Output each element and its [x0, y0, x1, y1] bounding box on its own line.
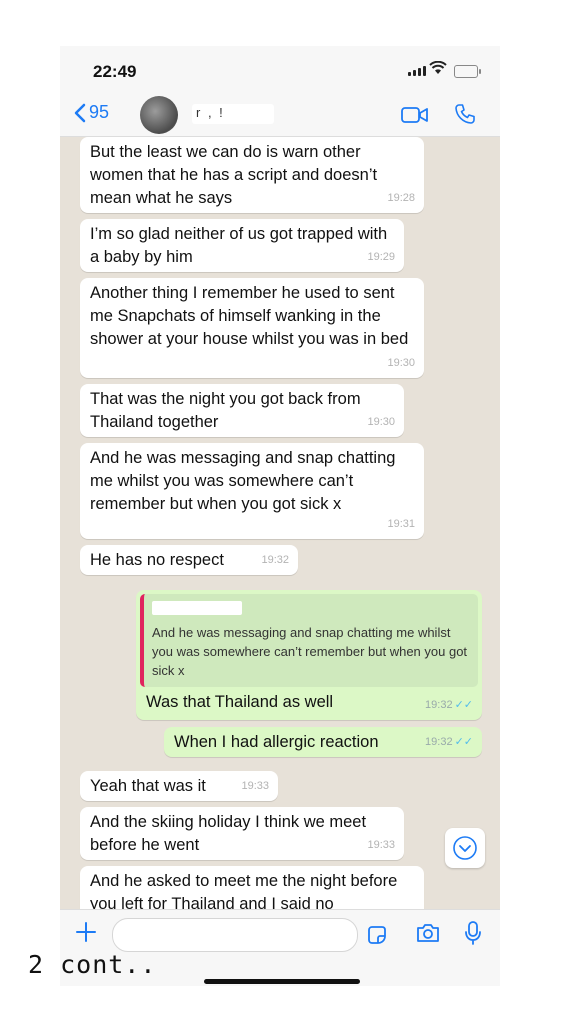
message-time-status: 19:32 ✓✓ — [425, 694, 473, 717]
message-bubble[interactable]: He has no respect 19:32 — [80, 545, 298, 575]
message-list[interactable]: But the least we can do is warn other wo… — [60, 137, 500, 909]
chevron-left-icon — [74, 103, 86, 122]
message-text: But the least we can do is warn other wo… — [90, 143, 378, 207]
microphone-icon[interactable] — [464, 920, 482, 946]
chevron-down-icon — [453, 836, 477, 860]
scroll-to-bottom-button[interactable] — [445, 828, 485, 868]
status-time: 22:49 — [93, 62, 137, 81]
cellular-signal-icon — [408, 66, 426, 76]
video-call-icon[interactable] — [401, 106, 429, 124]
contact-avatar[interactable] — [140, 96, 178, 134]
message-bubble[interactable]: And he asked to meet me the night before… — [80, 866, 424, 909]
quoted-author-redaction — [152, 601, 242, 615]
plus-icon[interactable] — [74, 920, 98, 944]
phone-call-icon[interactable] — [454, 103, 476, 125]
message-bubble[interactable]: When I had allergic reaction 19:32 ✓✓ — [164, 727, 482, 757]
message-time-status: 19:32 ✓✓ — [425, 731, 473, 754]
message-text: And he was messaging and snap chatting m… — [90, 449, 396, 513]
overlay-caption: 2 cont.. — [28, 950, 157, 979]
battery-icon — [454, 65, 481, 78]
message-text: And he asked to meet me the night before… — [90, 872, 398, 909]
message-time: 19:33 — [367, 839, 395, 851]
chat-header: 95 r , ! — [60, 92, 500, 137]
message-time: 19:31 — [387, 518, 415, 530]
unread-count: 95 — [89, 102, 110, 122]
message-text: And the skiing holiday I think we meet b… — [90, 813, 367, 854]
message-time: 19:32 — [261, 554, 289, 566]
quoted-text: And he was messaging and snap chatting m… — [152, 625, 468, 678]
read-receipt-icon: ✓✓ — [454, 736, 473, 748]
quoted-message[interactable]: And he was messaging and snap chatting m… — [140, 594, 478, 687]
message-text: Was that Thailand as well — [146, 693, 334, 711]
contact-name[interactable]: r , ! — [196, 105, 225, 120]
message-time: 19:30 — [367, 416, 395, 428]
camera-icon[interactable] — [415, 922, 441, 944]
wifi-icon — [429, 61, 447, 74]
message-bubble[interactable]: Another thing I remember he used to sent… — [80, 278, 424, 378]
message-bubble[interactable]: Yeah that was it 19:33 — [80, 771, 278, 801]
message-time: 19:29 — [367, 251, 395, 263]
message-text: I’m so glad neither of us got trapped wi… — [90, 225, 388, 266]
message-time: 19:32 — [425, 699, 453, 711]
message-bubble[interactable]: And the skiing holiday I think we meet b… — [80, 807, 404, 860]
message-bubble[interactable]: And he was messaging and snap chatting m… — [80, 443, 424, 539]
status-bar: 22:49 — [60, 46, 500, 92]
message-bubble[interactable]: That was the night you got back from Tha… — [80, 384, 404, 437]
message-text: That was the night you got back from Tha… — [90, 390, 361, 431]
message-time: 19:32 — [425, 736, 453, 748]
home-indicator[interactable] — [204, 979, 360, 984]
phone-screen: 22:49 95 r , ! But the least we can do i… — [60, 46, 500, 986]
message-text: Another thing I remember he used to sent… — [90, 284, 409, 348]
read-receipt-icon: ✓✓ — [454, 699, 473, 711]
sticker-icon[interactable] — [365, 923, 389, 947]
reply-message-bubble[interactable]: And he was messaging and snap chatting m… — [136, 590, 482, 720]
back-button[interactable]: 95 — [74, 102, 109, 123]
message-input[interactable] — [112, 918, 358, 952]
message-bubble[interactable]: I’m so glad neither of us got trapped wi… — [80, 219, 404, 272]
message-time: 19:28 — [387, 192, 415, 204]
message-time: 19:33 — [241, 780, 269, 792]
message-bubble[interactable]: But the least we can do is warn other wo… — [80, 137, 424, 213]
message-time: 19:30 — [387, 357, 415, 369]
